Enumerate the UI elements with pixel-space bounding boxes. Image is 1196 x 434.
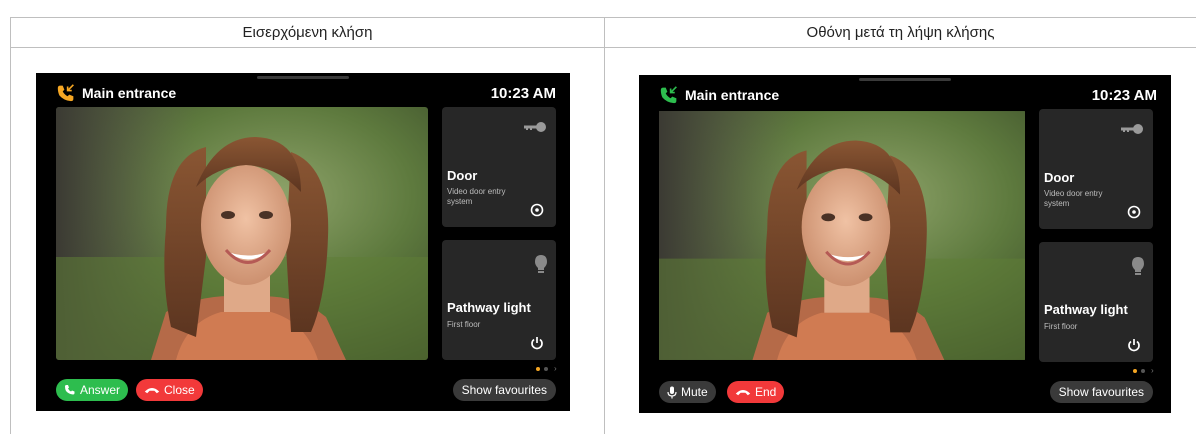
page-indicator: › [536,365,557,373]
chevron-right-icon[interactable]: › [554,365,557,373]
door-card[interactable]: Door Video door entry system [442,107,556,227]
pull-handle[interactable] [257,76,349,79]
page-dot[interactable] [544,367,548,371]
page-dot-active[interactable] [536,367,540,371]
pull-handle[interactable] [859,78,951,81]
door-card-subtitle: Video door entry system [447,187,506,206]
bulb-icon [535,255,547,273]
pathway-light-title: Pathway light [1044,302,1128,317]
power-icon[interactable] [530,336,544,350]
column-header-accepted: Οθόνη μετά τη λήψη κλήσης [806,24,995,41]
key-icon [524,122,546,132]
column-header-incoming: Εισερχόμενη κλήση [242,24,373,41]
hangup-icon [735,390,751,396]
status-bar: Main entrance 10:23 AM [659,85,1157,105]
door-card-title: Door [1044,170,1075,185]
show-favourites-button[interactable]: Show favourites [1049,381,1153,403]
target-button-icon[interactable] [1127,205,1141,219]
page-dot-active[interactable] [1133,369,1137,373]
call-location: Main entrance [82,85,177,101]
pathway-light-subtitle: First floor [447,320,481,329]
phone-icon [65,385,75,395]
show-favourites-button[interactable]: Show favourites [452,379,556,401]
pathway-light-title: Pathway light [447,300,531,315]
camera-video-feed [56,107,428,360]
intercom-screen-active-call: Main entrance 10:23 AM Door Video door e… [639,75,1171,413]
answer-button[interactable]: Answer [56,379,129,401]
target-button-icon[interactable] [530,203,544,217]
close-button[interactable]: Close [136,379,203,401]
key-icon [1121,124,1143,134]
pathway-light-card[interactable]: Pathway light First floor [442,240,556,360]
clock: 10:23 AM [1091,86,1157,104]
call-location: Main entrance [685,87,780,103]
microphone-icon [667,386,677,398]
status-bar: Main entrance 10:23 AM [56,83,556,103]
active-call-icon [660,86,677,104]
column-divider [604,18,605,434]
hangup-icon [144,388,160,394]
pathway-light-subtitle: First floor [1044,322,1078,331]
page-indicator: › [1133,367,1154,375]
power-icon[interactable] [1127,338,1141,352]
page-dot[interactable] [1141,369,1145,373]
door-card-subtitle: Video door entry system [1044,189,1103,208]
chevron-right-icon[interactable]: › [1151,367,1154,375]
end-call-button[interactable]: End [727,381,785,403]
clock: 10:23 AM [490,84,556,102]
incoming-call-icon [57,84,74,102]
door-card-title: Door [447,168,478,183]
mute-button[interactable]: Mute [659,381,716,403]
camera-video-feed [659,109,1025,362]
bulb-icon [1132,257,1144,275]
door-card[interactable]: Door Video door entry system [1039,109,1153,229]
intercom-screen-incoming: Main entrance 10:23 AM Door Video door e… [36,73,570,411]
pathway-light-card[interactable]: Pathway light First floor [1039,242,1153,362]
